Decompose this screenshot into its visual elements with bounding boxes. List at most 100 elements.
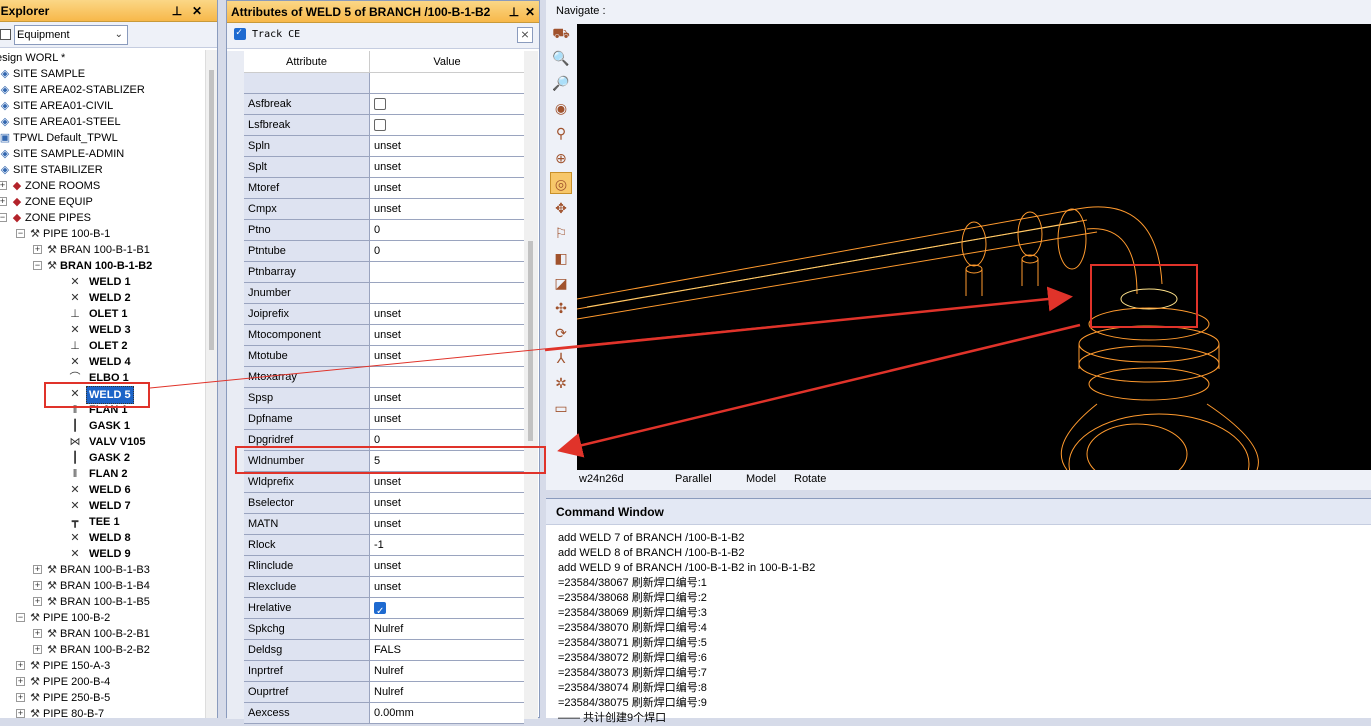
tree-node[interactable]: esign WORL * [0, 50, 205, 66]
expand-icon[interactable]: + [16, 693, 25, 702]
expand-icon[interactable]: + [0, 197, 7, 206]
tree-node-label[interactable]: SITE SAMPLE-ADMIN [13, 146, 124, 162]
attribute-value[interactable]: unset [370, 493, 524, 513]
attribute-value[interactable]: unset [370, 157, 524, 177]
tree-node[interactable]: ┳ TEE 1 [0, 514, 205, 530]
tree-node-label[interactable]: SITE STABILIZER [13, 162, 103, 178]
model-mode[interactable]: Model [746, 470, 776, 488]
attribute-row[interactable]: Wldprefix unset [244, 472, 524, 493]
tree-node[interactable]: − ⚒ BRAN 100-B-1-B2 [0, 258, 205, 274]
attribute-value[interactable] [370, 283, 524, 303]
rotate-view-icon[interactable]: ◎ [550, 172, 572, 194]
tree-node[interactable]: ⊥ OLET 2 [0, 338, 205, 354]
tree-node-label[interactable]: PIPE 150-A-3 [43, 658, 110, 674]
scrollbar-thumb[interactable] [209, 70, 214, 350]
view-sphere-icon[interactable]: ◉ [550, 97, 572, 119]
attribute-row[interactable]: Mtoxarray [244, 367, 524, 388]
attribute-value[interactable]: -1 [370, 535, 524, 555]
collapse-icon[interactable]: − [33, 261, 42, 270]
tree-node-label[interactable]: GASK 1 [89, 418, 130, 434]
tree-node-label[interactable]: FLAN 2 [89, 466, 128, 482]
attribute-value[interactable]: Nulref [370, 682, 524, 702]
attribute-row[interactable]: Aexcess 0.00mm [244, 703, 524, 724]
attribute-row[interactable]: Mtotube unset [244, 346, 524, 367]
attribute-row[interactable]: Ptno 0 [244, 220, 524, 241]
attribute-row[interactable]: Dpgridref 0 [244, 430, 524, 451]
attribute-value[interactable]: FALS [370, 640, 524, 660]
tree-node-label[interactable]: PIPE 100-B-1 [43, 226, 110, 242]
tree-node[interactable]: + ⚒ BRAN 100-B-1-B4 [0, 578, 205, 594]
attribute-row[interactable]: Lsfbreak [244, 115, 524, 136]
expand-icon[interactable]: + [33, 645, 42, 654]
tree-node[interactable]: + ⚒ PIPE 80-B-7 [0, 706, 205, 718]
attribute-value[interactable]: 0.00mm [370, 703, 524, 723]
attribute-row[interactable] [244, 73, 524, 94]
tree-node[interactable]: ✕ WELD 3 [0, 322, 205, 338]
expand-icon[interactable]: + [33, 565, 42, 574]
tree-node[interactable]: ✕ WELD 9 [0, 546, 205, 562]
tree-node-label[interactable]: ZONE ROOMS [25, 178, 100, 194]
column-header-attribute[interactable]: Attribute [244, 51, 370, 72]
tree-node[interactable]: + ⚒ BRAN 100-B-2-B2 [0, 642, 205, 658]
zoom-icon[interactable]: ⊕ [550, 147, 572, 169]
tree-node-label[interactable]: WELD 2 [89, 290, 131, 306]
tree-node-label[interactable]: ELBO 1 [89, 370, 129, 386]
attribute-row[interactable]: Spln unset [244, 136, 524, 157]
attribute-value[interactable]: unset [370, 388, 524, 408]
tree-node-label[interactable]: BRAN 100-B-1-B1 [60, 242, 150, 258]
tree-node-label[interactable]: WELD 6 [89, 482, 131, 498]
axis-icon[interactable]: ⅄ [550, 347, 572, 369]
rotate-mode[interactable]: Rotate [794, 470, 826, 488]
pin-icon[interactable]: ⊥ [170, 0, 184, 21]
attribute-row[interactable]: Hrelative [244, 598, 524, 622]
attribute-row[interactable]: Splt unset [244, 157, 524, 178]
attribute-value[interactable] [370, 367, 524, 387]
attribute-checkbox[interactable] [374, 601, 386, 622]
tree-node[interactable]: − ⚒ PIPE 100-B-2 [0, 610, 205, 626]
tree-node-label[interactable]: esign WORL * [0, 50, 65, 66]
attribute-value[interactable]: unset [370, 409, 524, 429]
filter-dropdown[interactable]: Equipment ⌄ [14, 25, 128, 45]
tree-node-label[interactable]: BRAN 100-B-1-B5 [60, 594, 150, 610]
attribute-row[interactable]: Spkchg Nulref [244, 619, 524, 640]
attribute-row[interactable]: Asfbreak [244, 94, 524, 115]
tree-node[interactable]: + ⚒ PIPE 200-B-4 [0, 674, 205, 690]
tree-node[interactable]: + ⚒ BRAN 100-B-2-B1 [0, 626, 205, 642]
tree-node-label[interactable]: SITE AREA02-STABLIZER [13, 82, 145, 98]
tree-node[interactable]: + ⚒ BRAN 100-B-1-B1 [0, 242, 205, 258]
clear-icon[interactable]: ⨯ [517, 27, 533, 43]
attribute-row[interactable]: Spsp unset [244, 388, 524, 409]
tree-node[interactable]: + ⚒ PIPE 150-A-3 [0, 658, 205, 674]
projection-mode[interactable]: Parallel [675, 470, 712, 488]
tree-node[interactable]: ◈ SITE STABILIZER [0, 162, 205, 178]
tree-node[interactable]: ◈ SITE SAMPLE [0, 66, 205, 82]
tree-node[interactable]: ✕ WELD 8 [0, 530, 205, 546]
tree-node-label[interactable]: BRAN 100-B-2-B1 [60, 626, 150, 642]
tree-node-label[interactable]: WELD 7 [89, 498, 131, 514]
attribute-value[interactable]: 0 [370, 241, 524, 261]
attribute-row[interactable]: Mtocomponent unset [244, 325, 524, 346]
tree-node[interactable]: ◈ SITE SAMPLE-ADMIN [0, 146, 205, 162]
attribute-value[interactable]: unset [370, 325, 524, 345]
shaded-icon[interactable]: ◧ [550, 247, 572, 269]
tree-node[interactable]: ◈ SITE AREA01-CIVIL [0, 98, 205, 114]
track-ce-checkbox[interactable] [234, 27, 246, 40]
close-icon[interactable]: ✕ [190, 0, 204, 21]
tree-node-label[interactable]: WELD 8 [89, 530, 131, 546]
tree-node[interactable]: ┃ GASK 2 [0, 450, 205, 466]
scrollbar-thumb[interactable] [528, 241, 533, 441]
track-ce-toggle[interactable]: Track CE [234, 27, 300, 40]
attribute-value[interactable] [370, 262, 524, 282]
attribute-row[interactable]: Jnumber [244, 283, 524, 304]
expand-icon[interactable]: + [33, 581, 42, 590]
walk-icon[interactable]: ⛟ [550, 22, 572, 44]
attribute-row[interactable]: Deldsg FALS [244, 640, 524, 661]
attribute-row[interactable]: Wldnumber 5 [244, 451, 524, 472]
tree-node[interactable]: ┃ GASK 1 [0, 418, 205, 434]
tree-node-label[interactable]: PIPE 200-B-4 [43, 674, 110, 690]
tree-node[interactable]: + ⚒ PIPE 250-B-5 [0, 690, 205, 706]
tree-node-label[interactable]: SITE AREA01-CIVIL [13, 98, 113, 114]
tree-node[interactable]: ✕ WELD 2 [0, 290, 205, 306]
attribute-value[interactable]: unset [370, 199, 524, 219]
tree-node-label[interactable]: PIPE 80-B-7 [43, 706, 104, 718]
